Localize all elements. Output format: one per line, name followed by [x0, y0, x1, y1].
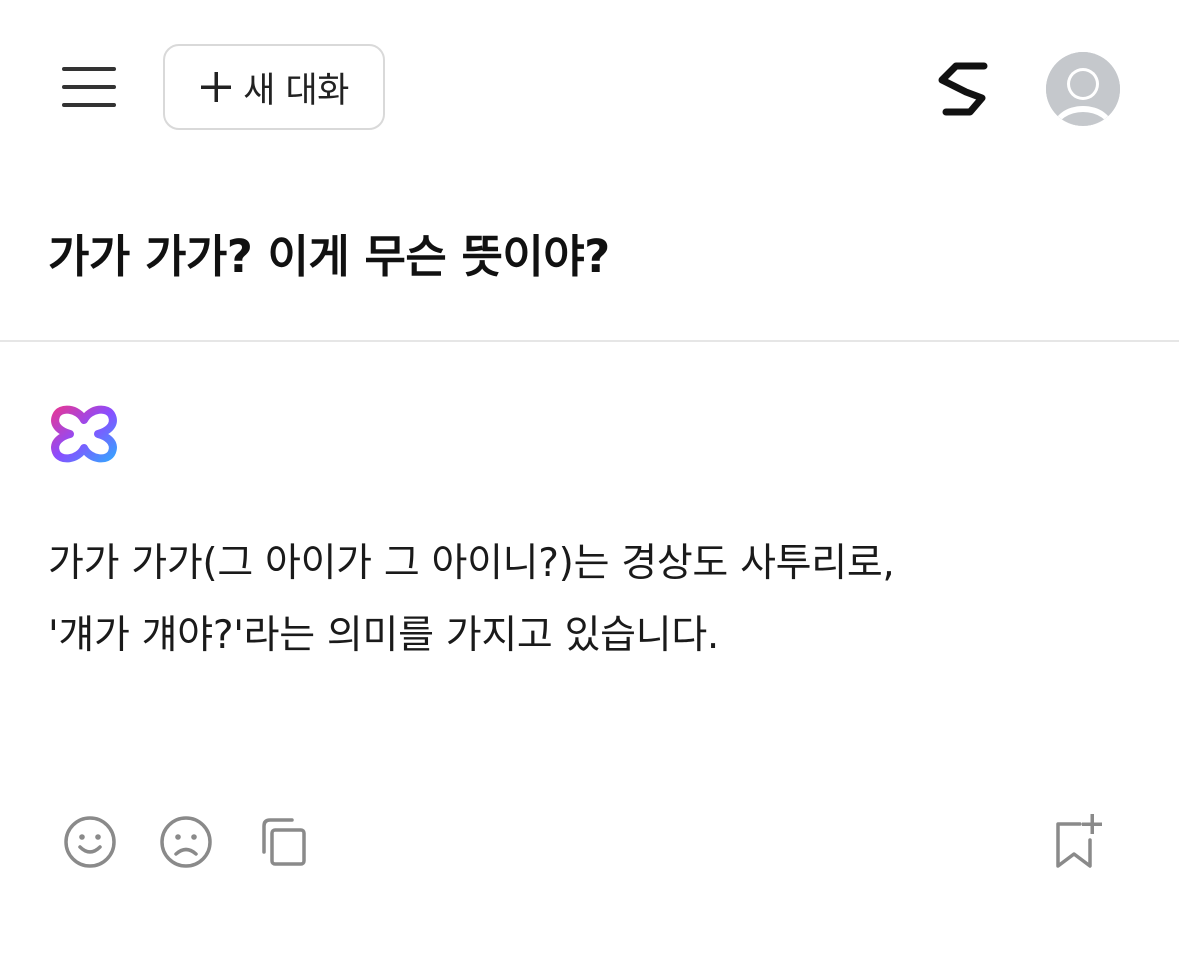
user-avatar-icon[interactable]	[1046, 52, 1120, 126]
frown-face-icon[interactable]	[156, 812, 216, 872]
smile-face-icon[interactable]	[60, 812, 120, 872]
copy-icon[interactable]	[252, 812, 312, 872]
answer-line: '걔가 걔야?'라는 의미를 가지고 있습니다.	[48, 613, 720, 658]
answer-line: 가가 가가(그 아이가 그 아이니?)는 경상도 사투리로,	[48, 541, 895, 586]
user-question: 가가 가가? 이게 무슨 뜻이야?	[48, 230, 610, 283]
ai-assistant-logo-icon	[48, 398, 120, 470]
divider	[0, 340, 1179, 342]
s-logo-icon[interactable]	[936, 60, 996, 118]
new-chat-button[interactable]: 새 대화	[163, 44, 385, 130]
new-chat-label: 새 대화	[243, 70, 349, 111]
ai-answer: 가가 가가(그 아이가 그 아이니?)는 경상도 사투리로, '걔가 걔야?'라…	[48, 528, 1128, 672]
plus-icon	[199, 70, 233, 104]
hamburger-menu-icon[interactable]	[60, 62, 118, 112]
bookmark-add-icon[interactable]	[1046, 810, 1106, 870]
top-bar: 새 대화	[0, 0, 1179, 176]
